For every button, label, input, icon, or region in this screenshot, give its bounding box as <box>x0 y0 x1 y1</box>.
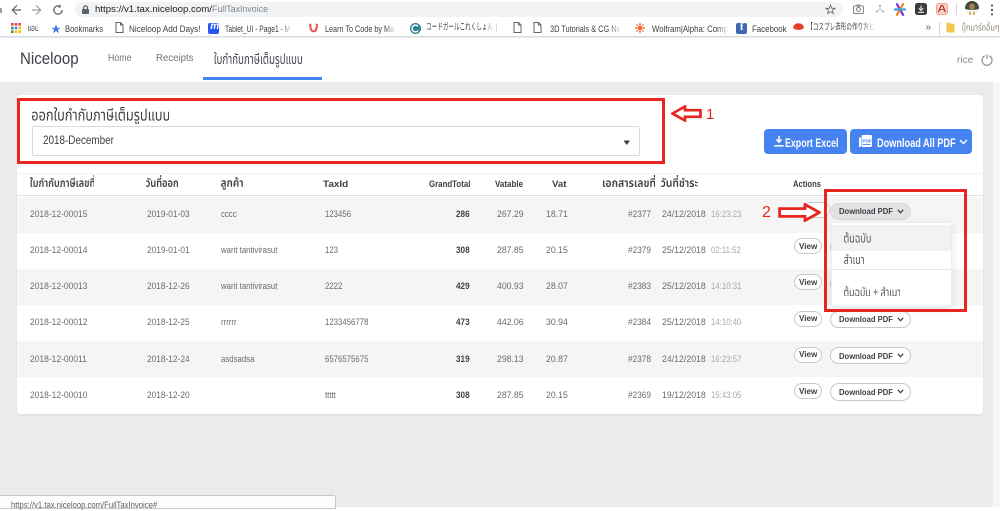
svg-text:PDF: PDF <box>862 139 872 145</box>
